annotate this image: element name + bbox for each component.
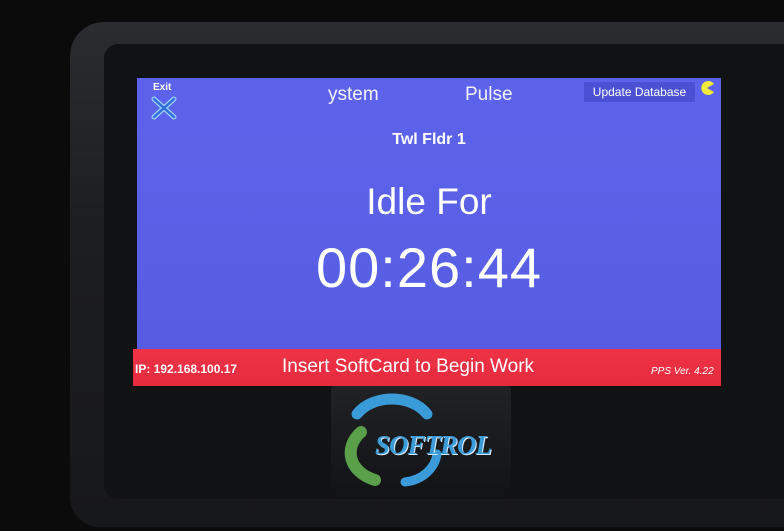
tab-system[interactable]: ystem: [328, 84, 379, 106]
pacman-status-icon: [701, 81, 714, 95]
close-x-icon: [151, 96, 177, 120]
version-label: PPS Ver. 4.22: [651, 366, 714, 377]
softrol-logo-text: SOFTROL: [375, 430, 492, 460]
terminal-screen: Exit ystem Pulse Update Database Twl Fld…: [137, 78, 721, 386]
update-database-label: Update Database: [592, 85, 687, 99]
exit-button[interactable]: Exit: [149, 82, 185, 122]
machine-name: Twl Fldr 1: [392, 131, 466, 148]
idle-timer: 00:26:44: [316, 236, 542, 299]
ip-address: IP: 192.168.100.17: [135, 362, 238, 376]
status-bar: IP: 192.168.100.17 Insert SoftCard to Be…: [133, 349, 721, 386]
softrol-logo-plate: SOFTROL: [331, 386, 511, 497]
idle-label: Idle For: [366, 181, 492, 222]
update-database-button[interactable]: Update Database: [584, 82, 695, 102]
exit-label: Exit: [153, 82, 172, 93]
insert-card-prompt: Insert SoftCard to Begin Work: [282, 356, 535, 377]
tab-pulse[interactable]: Pulse: [465, 84, 513, 106]
